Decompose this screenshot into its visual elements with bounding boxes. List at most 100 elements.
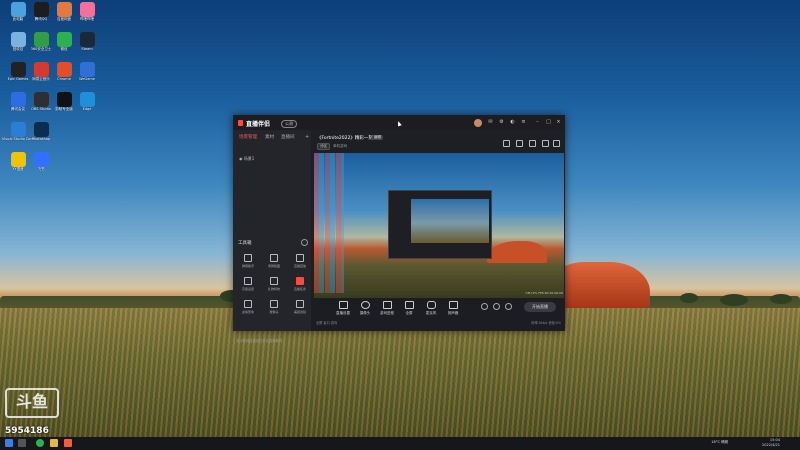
category-label: 分区 bbox=[317, 143, 330, 150]
scene-tabs: 场景管理 素材 直播间 + bbox=[233, 134, 311, 142]
gift-icon[interactable] bbox=[529, 140, 536, 147]
edit-title-button[interactable]: 编辑 bbox=[372, 135, 383, 140]
stream-category[interactable]: 分区 单机游戏 bbox=[317, 143, 347, 150]
tab-materials[interactable]: 素材 bbox=[265, 134, 274, 140]
fullscreen-icon[interactable] bbox=[516, 140, 523, 147]
toolbox-item[interactable]: 美颜滤镜 bbox=[289, 298, 311, 318]
close-icon[interactable]: × bbox=[556, 120, 561, 125]
toolbox-item[interactable]: 礼物特效 bbox=[263, 275, 285, 295]
eye-icon[interactable]: ◉ bbox=[239, 156, 243, 161]
desktop-app-icon bbox=[56, 62, 72, 77]
toolbar-label: 全屏 bbox=[405, 311, 413, 315]
toolbar-speaker[interactable]: 扬声器 bbox=[443, 301, 463, 316]
toolbar-label: 游戏进程 bbox=[380, 311, 394, 315]
tool-icon bbox=[244, 300, 252, 308]
wallpaper-bush bbox=[680, 293, 698, 303]
tool-icon bbox=[270, 300, 278, 308]
tool-label: 礼物特效 bbox=[267, 287, 280, 291]
toolbox-item[interactable]: 直播任务 bbox=[289, 275, 311, 295]
record-icon[interactable] bbox=[481, 303, 488, 310]
desktop-icon[interactable]: 哔哩哔哩 bbox=[71, 2, 103, 30]
desktop-icon[interactable]: 飞书 bbox=[25, 152, 57, 180]
toolbox-item[interactable]: 录屏截图 bbox=[263, 252, 285, 272]
tray-weather[interactable]: 18°C 晴朗 bbox=[688, 440, 728, 445]
stream-preview[interactable] bbox=[314, 153, 564, 298]
screenshot-icon[interactable] bbox=[503, 140, 510, 147]
toolbar-fullscreen[interactable]: 全屏 bbox=[399, 301, 419, 316]
desktop-icon[interactable]: WeGame bbox=[71, 62, 103, 90]
wallpaper-bush bbox=[770, 294, 792, 304]
desktop-app-icon bbox=[79, 32, 95, 47]
toolbar-game[interactable]: 游戏进程 bbox=[377, 301, 397, 316]
taskbar-search-icon[interactable] bbox=[18, 439, 26, 447]
desktop-app-icon bbox=[79, 2, 95, 17]
start-live-button[interactable]: 开始直播 bbox=[524, 302, 556, 312]
bottom-toolbar: 直播设置 摄像头 游戏进程 全屏 麦克风 扬声器 开始直播 全屏 窗口 游戏 码… bbox=[311, 298, 565, 331]
share-icon[interactable] bbox=[553, 140, 560, 147]
preview-desktop-icons bbox=[314, 153, 344, 293]
taskbar-browser-icon[interactable] bbox=[36, 439, 44, 447]
link-icon[interactable] bbox=[493, 303, 500, 310]
toolbar-camera[interactable]: 摄像头 bbox=[355, 301, 375, 316]
preview-nested-window bbox=[388, 190, 492, 259]
desktop-app-icon bbox=[79, 92, 95, 107]
menu-icon[interactable]: ≡ bbox=[521, 120, 526, 125]
toolbar-live-settings[interactable]: 直播设置 bbox=[333, 301, 353, 316]
toolbar-label: 摄像头 bbox=[359, 311, 371, 315]
tool-label: 直播回放 bbox=[293, 264, 306, 268]
desktop-icon[interactable]: Edge bbox=[71, 92, 103, 120]
settings-icon[interactable]: ⚙ bbox=[499, 120, 504, 125]
preview-nested-screen bbox=[411, 199, 489, 243]
windows-start-icon[interactable] bbox=[5, 439, 13, 447]
tray-date[interactable]: 2022/4/21 bbox=[752, 443, 780, 447]
toolbox-item[interactable]: 摄像头 bbox=[263, 298, 285, 318]
desktop-icon-label: Photoshop bbox=[31, 137, 51, 141]
streaming-app-window: 直播伴侣 公测 ✉ ⚙ ◐ ≡ – □ × 场景管理 素材 直播间 + ◉ 场景… bbox=[233, 115, 565, 343]
taskbar-folder-icon[interactable] bbox=[50, 439, 58, 447]
tab-room[interactable]: 直播间 bbox=[281, 134, 295, 140]
skin-icon[interactable]: ◐ bbox=[510, 120, 515, 125]
toolbar-mic[interactable]: 麦克风 bbox=[421, 301, 441, 316]
preview-rock bbox=[487, 241, 547, 263]
maximize-icon[interactable]: □ bbox=[546, 120, 551, 125]
toolbox-title: 工具箱 bbox=[238, 241, 252, 246]
app-version-badge[interactable]: 公测 bbox=[281, 120, 297, 128]
user-avatar[interactable] bbox=[474, 119, 482, 127]
toolbox-item[interactable]: 直播回放 bbox=[289, 252, 311, 272]
desktop-app-icon bbox=[10, 62, 26, 77]
desktop-app-icon bbox=[56, 2, 72, 17]
toolbox-item[interactable]: 高级设置 bbox=[237, 275, 259, 295]
scene-panel: 场景管理 素材 直播间 + ◉ 场景1 工具箱 弹幕助手 录屏截图 直播回放高级设置… bbox=[233, 130, 311, 343]
bell-icon[interactable] bbox=[542, 140, 549, 147]
tool-icon bbox=[270, 277, 278, 285]
capture-modes[interactable]: 全屏 窗口 游戏 bbox=[316, 321, 337, 325]
desktop-icon-label: 哔哩哔哩 bbox=[80, 17, 94, 21]
app-logo-icon bbox=[238, 120, 243, 126]
toolbox-settings-icon[interactable] bbox=[301, 239, 308, 246]
tool-icon bbox=[296, 300, 304, 308]
bitrate-status: 码率:0kb/s 丢帧:0% bbox=[531, 321, 561, 325]
toolbox-item[interactable]: 虚拟形象 bbox=[237, 298, 259, 318]
desktop-app-icon bbox=[33, 122, 49, 137]
tab-scenes[interactable]: 场景管理 bbox=[239, 134, 257, 140]
desktop-icon[interactable]: Photoshop bbox=[25, 122, 57, 150]
wallpaper-bush bbox=[720, 294, 748, 306]
minimize-icon[interactable]: – bbox=[535, 120, 540, 125]
desktop-app-icon bbox=[79, 62, 95, 77]
toolbox-item[interactable]: 弹幕助手 bbox=[237, 252, 259, 272]
desktop-icon-label: 飞书 bbox=[37, 167, 45, 171]
camera-icon bbox=[360, 301, 370, 309]
watermark-logo: 斗鱼 bbox=[5, 388, 59, 418]
tutorial-notice[interactable]: 如何使用直播伴侣开启直播教程 bbox=[236, 338, 282, 343]
add-tab-icon[interactable]: + bbox=[305, 134, 309, 140]
scene-item-label: 场景1 bbox=[243, 156, 255, 161]
tray-time[interactable]: 15:04 bbox=[752, 438, 780, 442]
desktop-app-icon bbox=[10, 2, 26, 17]
desktop-icon[interactable]: Steam bbox=[71, 32, 103, 60]
taskbar: 18°C 晴朗 15:04 2022/4/21 bbox=[0, 437, 800, 450]
taskbar-app-icon[interactable] bbox=[64, 439, 72, 447]
tool-label: 虚拟形象 bbox=[241, 310, 254, 314]
scene-item[interactable]: ◉ 场景1 bbox=[239, 156, 254, 162]
message-icon[interactable]: ✉ bbox=[488, 120, 493, 125]
settings-gear-icon[interactable] bbox=[505, 303, 512, 310]
